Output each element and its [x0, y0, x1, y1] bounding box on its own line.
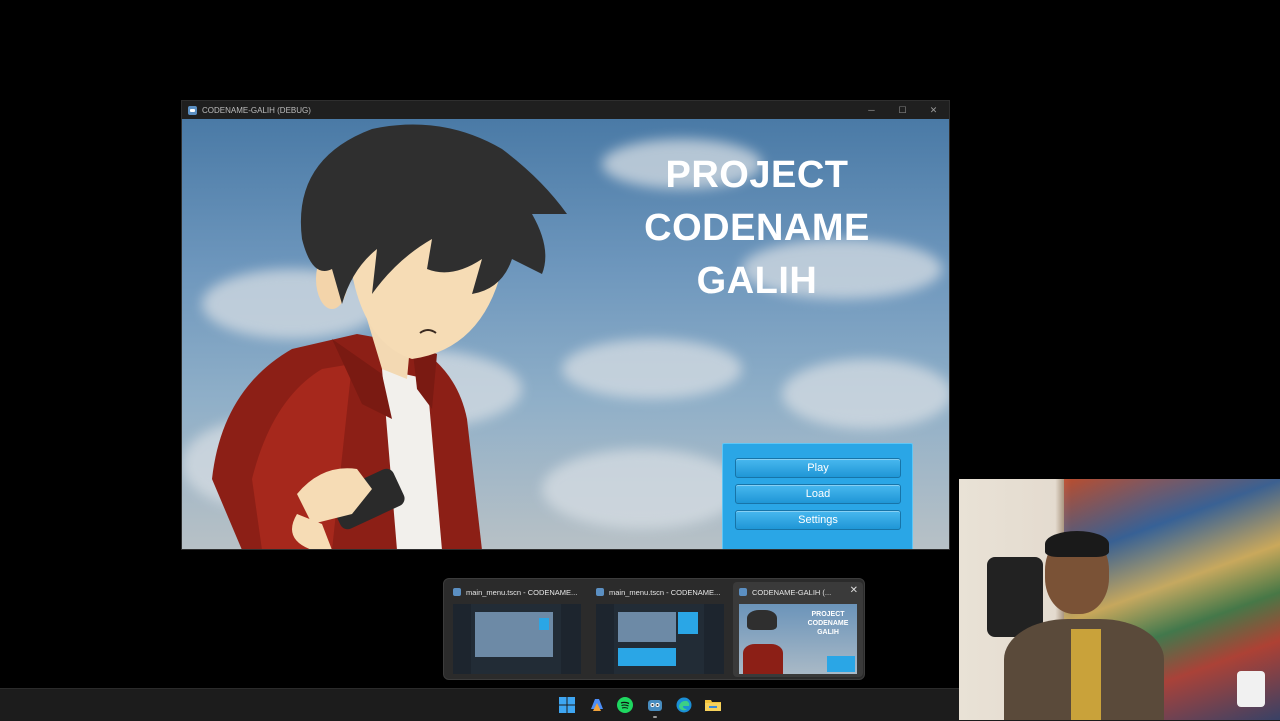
- thumbnail-label: main_menu.tscn - CODENAME...: [609, 587, 721, 597]
- editor-dock: [596, 604, 614, 674]
- character-illustration: [212, 124, 567, 549]
- settings-button[interactable]: Settings: [735, 510, 901, 530]
- editor-panel-preview: [618, 648, 676, 666]
- thumbnail-editor-1[interactable]: main_menu.tscn - CODENAME...: [447, 582, 587, 677]
- close-button[interactable]: ✕: [918, 101, 949, 119]
- thumbnail-preview: [596, 604, 724, 674]
- game-title-line-2: CODENAME: [644, 207, 870, 249]
- editor-viewport: [618, 612, 676, 642]
- game-title-line-3: GALIH: [696, 260, 818, 302]
- person-hair: [1045, 531, 1109, 557]
- mini-character-jacket: [743, 644, 783, 674]
- editor-inspector: [704, 604, 724, 674]
- spotify-icon[interactable]: [616, 696, 634, 714]
- minimize-button[interactable]: ─: [856, 101, 887, 119]
- play-button[interactable]: Play: [735, 458, 901, 478]
- thumbnail-game[interactable]: CODENAME-GALIH (... ✕ PROJECT CODENAME G…: [733, 582, 863, 677]
- game-window: CODENAME-GALIH (DEBUG) ─ ☐ ✕ PROJECT COD…: [181, 100, 950, 550]
- thumbnail-preview: PROJECT CODENAME GALIH: [739, 604, 857, 674]
- window-controls: ─ ☐ ✕: [856, 101, 949, 119]
- godot-app-icon: [188, 105, 197, 115]
- window-title: CODENAME-GALIH (DEBUG): [202, 105, 311, 115]
- godot-icon[interactable]: [646, 696, 664, 714]
- cloud: [782, 359, 949, 429]
- mini-game-title: PROJECT CODENAME GALIH: [807, 611, 849, 636]
- editor-menu-preview: [539, 618, 549, 630]
- window-titlebar[interactable]: CODENAME-GALIH (DEBUG) ─ ☐ ✕: [182, 101, 949, 119]
- copilot-icon[interactable]: [588, 696, 606, 714]
- running-indicator: [653, 716, 657, 718]
- godot-icon: [596, 588, 604, 596]
- mini-character-hair: [747, 610, 777, 630]
- thumbnail-close-icon[interactable]: ✕: [850, 585, 858, 596]
- editor-menu-preview: [678, 612, 698, 634]
- godot-icon: [453, 588, 461, 596]
- editor-dock: [453, 604, 471, 674]
- webcam-feed: [959, 479, 1280, 720]
- thumbnail-preview: [453, 604, 581, 674]
- game-viewport: PROJECT CODENAME GALIH Play Load Setting…: [182, 119, 949, 549]
- thumbnail-editor-2[interactable]: main_menu.tscn - CODENAME...: [590, 582, 730, 677]
- file-explorer-icon[interactable]: [704, 696, 722, 714]
- mini-menu-panel: [827, 656, 855, 672]
- maximize-button[interactable]: ☐: [887, 101, 918, 119]
- godot-icon: [739, 588, 747, 596]
- person-scarf: [1071, 629, 1101, 720]
- taskbar-thumbnail-popup: main_menu.tscn - CODENAME... main_menu.t…: [443, 578, 865, 680]
- game-title-line-1: PROJECT: [665, 154, 849, 196]
- thumbnail-label: main_menu.tscn - CODENAME...: [466, 587, 578, 597]
- thumbnail-label: CODENAME-GALIH (...: [752, 587, 832, 597]
- editor-inspector: [561, 604, 581, 674]
- mug: [1237, 671, 1265, 707]
- main-menu-panel: Play Load Settings: [722, 443, 913, 549]
- edge-icon[interactable]: [675, 696, 693, 714]
- game-title: PROJECT CODENAME GALIH: [612, 149, 902, 308]
- load-button[interactable]: Load: [735, 484, 901, 504]
- windows-start-icon[interactable]: [558, 696, 576, 714]
